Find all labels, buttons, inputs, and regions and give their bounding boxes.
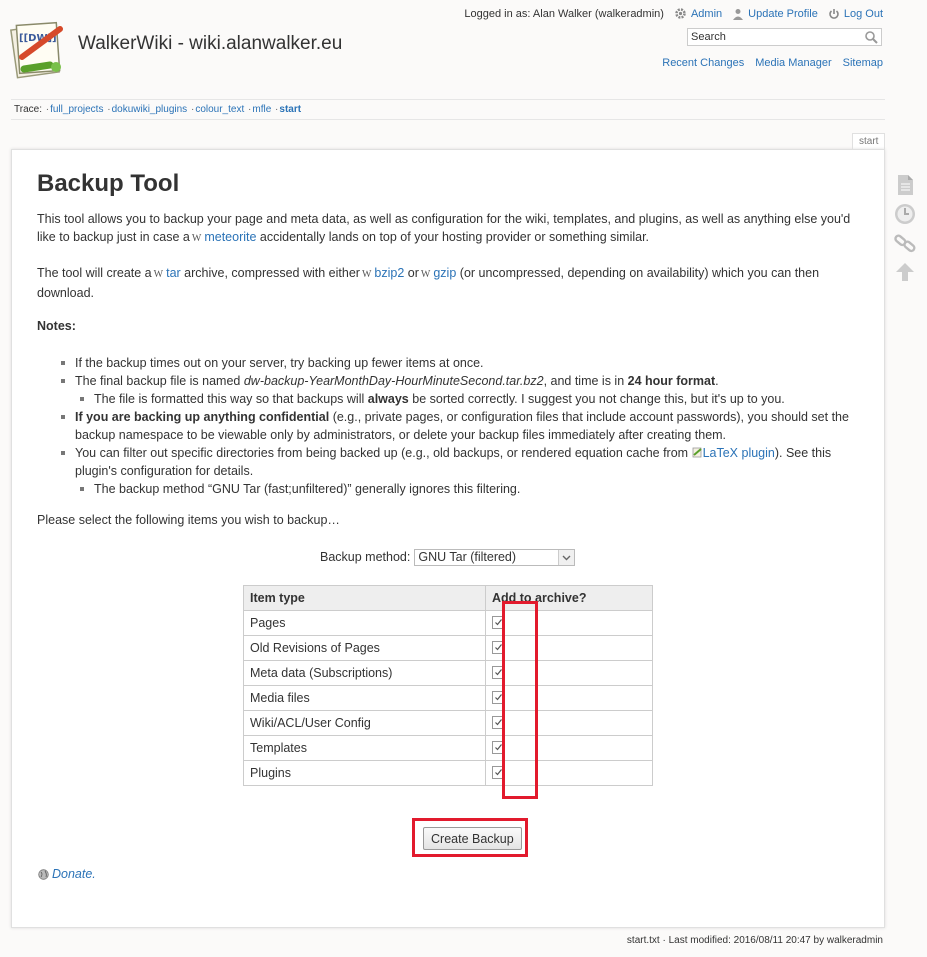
tool-text: The tool will create a [37, 266, 152, 280]
intro-text: accidentally lands on top of your hostin… [259, 230, 650, 244]
logout-label: Log Out [843, 7, 883, 20]
item-label: Meta data (Subscriptions) [243, 660, 486, 686]
recent-changes-link[interactable]: Recent Changes [662, 57, 744, 69]
table-row: Wiki/ACL/User Config [243, 710, 653, 736]
backup-filename: dw-backup-YearMonthDay-HourMinuteSecond.… [243, 374, 544, 388]
breadcrumb-item-current[interactable]: start [279, 104, 301, 115]
search-box [687, 28, 882, 46]
list-item: You can filter out specific directories … [37, 444, 863, 480]
page-title: Backup Tool [37, 170, 180, 197]
show-source-icon[interactable] [893, 173, 917, 197]
meteorite-link[interactable]: meteorite [204, 230, 256, 244]
note-bold: always [367, 392, 409, 406]
tool-paragraph: The tool will create a Wtar archive, comp… [37, 264, 863, 302]
breadcrumb-item[interactable]: full_projects [50, 104, 103, 115]
page-footer-info: start.txt · Last modified: 2016/08/11 20… [626, 935, 883, 946]
gear-icon [675, 8, 686, 19]
breadcrumb: Trace: ·full_projects ·dokuwiki_plugins … [11, 99, 885, 120]
globe-icon [38, 868, 49, 880]
item-label: Plugins [243, 760, 486, 786]
table-row: Pages [243, 610, 653, 636]
create-backup-button[interactable]: Create Backup [423, 827, 522, 850]
logged-in-text: Logged in as: Alan Walker (walkeradmin) [464, 7, 664, 20]
site-tools: Recent Changes Media Manager Sitemap [662, 57, 883, 69]
breadcrumb-item[interactable]: dokuwiki_plugins [112, 104, 188, 115]
page-tools [893, 173, 917, 289]
table-row: Meta data (Subscriptions) [243, 660, 653, 686]
tar-link[interactable]: tar [166, 266, 181, 280]
old-revisions-icon[interactable] [893, 202, 917, 226]
user-tools: Logged in as: Alan Walker (walkeradmin) … [464, 7, 883, 20]
notes-list: If the backup times out on your server, … [37, 354, 863, 498]
backup-items-table: Item type Add to archive? Pages Old Revi… [243, 585, 653, 786]
backup-method-select[interactable]: GNU Tar (filtered) [414, 548, 576, 566]
item-type-header: Item type [243, 585, 486, 611]
back-to-top-icon[interactable] [893, 260, 917, 284]
dokuwiki-logo[interactable]: [[DW]] [10, 21, 70, 81]
note-text: The file is formatted this way so that b… [94, 392, 365, 406]
admin-label: Admin [690, 7, 723, 20]
breadcrumb-item[interactable]: colour_text [195, 104, 244, 115]
wikipedia-icon: W [420, 269, 431, 280]
list-item: The final backup file is named dw-backup… [37, 372, 863, 390]
note-text: The final backup file is named [75, 374, 241, 388]
note-text: The backup method “GNU Tar (fast;unfilte… [94, 482, 521, 496]
tool-text: or [407, 266, 419, 280]
note-text: be sorted correctly. I suggest you not c… [412, 392, 785, 406]
note-text: , and time is in [543, 374, 625, 388]
select-prompt: Please select the following items you wi… [37, 513, 340, 527]
table-row: Old Revisions of Pages [243, 635, 653, 661]
item-label: Old Revisions of Pages [243, 635, 486, 661]
item-label: Media files [243, 685, 486, 711]
page-content: Backup Tool This tool allows you to back… [11, 149, 885, 928]
backup-method-row: Backup method: GNU Tar (filtered) [320, 548, 576, 566]
checkbox-highlight-box [502, 601, 538, 799]
update-profile-link[interactable]: Update Profile [732, 8, 818, 20]
media-manager-link[interactable]: Media Manager [755, 57, 831, 69]
list-item: If the backup times out on your server, … [37, 354, 863, 372]
admin-link[interactable]: Admin [674, 7, 722, 20]
power-icon [829, 8, 839, 19]
note-bold: If you are backing up anything confident… [75, 410, 330, 424]
update-profile-label: Update Profile [748, 7, 818, 20]
table-row: Media files [243, 685, 653, 711]
breadcrumb-label: Trace: [14, 104, 42, 115]
notes-heading: Notes: [37, 319, 76, 333]
table-row: Plugins [243, 760, 653, 786]
table-row: Templates [243, 735, 653, 761]
latex-plugin-link[interactable]: LaTeX plugin [703, 446, 775, 460]
latex-plugin-icon [692, 447, 702, 458]
list-item: The backup method “GNU Tar (fast;unfilte… [37, 480, 863, 498]
bzip2-link[interactable]: bzip2 [374, 266, 404, 280]
item-label: Wiki/ACL/User Config [243, 710, 486, 736]
gzip-link[interactable]: gzip [433, 266, 456, 280]
wikipedia-icon: W [191, 233, 202, 244]
search-input[interactable] [688, 29, 861, 45]
item-label: Pages [243, 610, 486, 636]
logout-link[interactable]: Log Out [828, 8, 883, 20]
site-title[interactable]: WalkerWiki - wiki.alanwalker.eu [78, 33, 342, 55]
sitemap-link[interactable]: Sitemap [843, 57, 883, 69]
backlinks-icon[interactable] [893, 231, 917, 255]
user-icon [733, 8, 744, 20]
page-id-tab: start [852, 133, 886, 150]
wikipedia-icon: W [153, 269, 164, 280]
search-icon[interactable] [864, 30, 879, 45]
list-item: The file is formatted this way so that b… [37, 390, 863, 408]
note-text: If the backup times out on your server, … [75, 356, 484, 370]
note-text: You can filter out specific directories … [75, 446, 689, 460]
chevron-down-icon [558, 549, 575, 565]
list-item: If you are backing up anything confident… [37, 408, 863, 444]
intro-paragraph: This tool allows you to backup your page… [37, 210, 863, 248]
tool-text: archive, compressed with either [184, 266, 360, 280]
wikipedia-icon: W [361, 269, 372, 280]
note-bold: 24 hour format [627, 374, 716, 388]
donate-link-row: Donate. [38, 865, 96, 883]
backup-method-value: GNU Tar (filtered) [418, 549, 517, 564]
note-text: . [715, 374, 719, 388]
breadcrumb-item[interactable]: mfle [252, 104, 271, 115]
donate-link[interactable]: Donate. [52, 865, 96, 883]
backup-method-label: Backup method: [320, 550, 411, 564]
item-label: Templates [243, 735, 486, 761]
